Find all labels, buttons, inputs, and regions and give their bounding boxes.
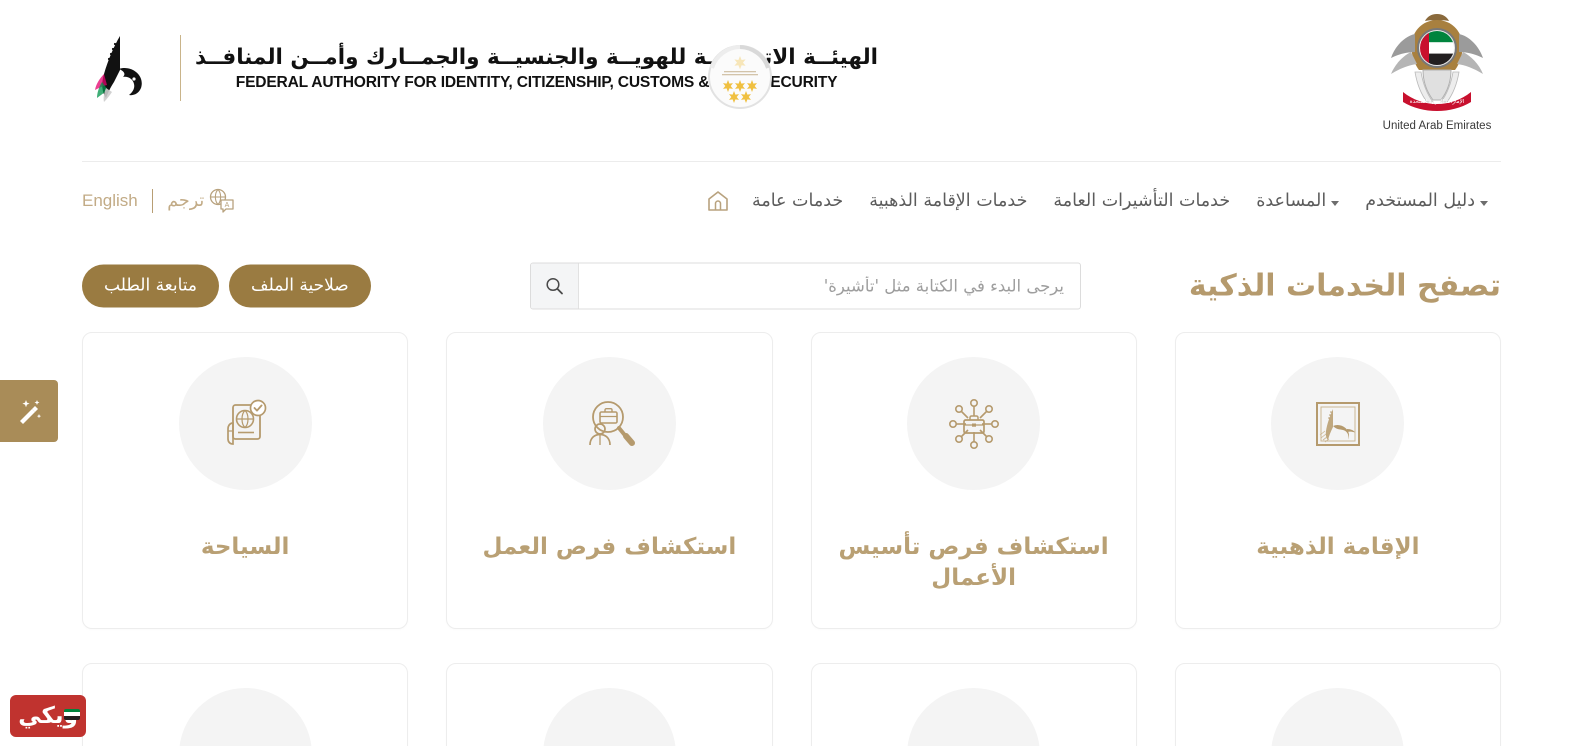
wiki-badge[interactable]: ويكي [10,695,86,737]
card-icon-container [542,688,676,746]
svg-text:A: A [225,202,230,209]
card-icon-container [907,688,1041,746]
search-input[interactable] [579,263,1080,309]
emblem-caption: United Arab Emirates [1382,120,1492,132]
falcon-logo-icon [95,36,142,102]
service-card-business-setup[interactable]: استكشاف فرص تأسيس الأعمال [810,332,1137,629]
card-label: استكشاف فرص العمل [482,534,737,560]
language-english-link[interactable]: English [82,191,138,211]
nav-item-general-services[interactable]: خدمات عامة [739,191,856,211]
site-header: الهيئــة الاتحاديــة للهويــة والجنسيــة… [82,0,1501,162]
brand-divider [180,35,181,101]
magic-wand-icon [20,400,42,424]
brand-name-english: FEDERAL AUTHORITY FOR IDENTITY, CITIZENS… [235,73,838,91]
chevron-down-icon [1480,200,1488,206]
services-row-2 [82,663,1501,746]
job-search-icon [589,400,636,446]
uae-emblem: الإمارات العربية المتحدة United Arab Emi… [1373,8,1501,132]
nav-item-user-guide[interactable]: دليل المستخدم [1352,191,1501,211]
toolbar-actions: متابعة الطلب صلاحية الملف [82,264,371,308]
service-card-row2-1[interactable] [1174,663,1501,746]
search-bar [530,262,1081,310]
nav-item-general-visa-services[interactable]: خدمات التأشيرات العامة [1040,191,1243,211]
card-label: السياحة [200,534,290,560]
svg-text:الإمارات العربية المتحدة: الإمارات العربية المتحدة [1410,99,1465,105]
translate-icon: A [210,188,234,213]
uae-emblem-icon: الإمارات العربية المتحدة [1391,14,1483,111]
services-toolbar: تصفح الخدمات الذكية متابعة الطلب صلاحية … [82,240,1501,332]
accessibility-side-tab[interactable] [0,380,58,442]
service-card-row2-2[interactable] [810,663,1137,746]
services-grid: الإقامة الذهبية استكشاف فرص تأسيس الأعما… [82,332,1501,746]
service-card-job-opportunities[interactable]: استكشاف فرص العمل [446,332,773,629]
main-navigation: دليل المستخدم المساعدة خدمات التأشيرات ا… [82,162,1501,240]
card-icon-container [178,357,312,490]
home-icon [708,191,728,211]
card-icon-container [1271,688,1405,746]
services-row-1: الإقامة الذهبية استكشاف فرص تأسيس الأعما… [82,332,1501,629]
file-validity-button[interactable]: صلاحية الملف [229,264,371,308]
track-request-button[interactable]: متابعة الطلب [82,264,220,308]
nav-label: المساعدة [1256,191,1327,211]
golden-visa-icon [1315,401,1360,446]
card-icon-container [1271,357,1405,490]
service-card-row2-3[interactable] [446,663,773,746]
card-icon-container [542,357,676,490]
translate-link[interactable]: ترجم [167,191,204,211]
nav-item-home[interactable] [701,184,735,218]
card-icon-container [178,688,312,746]
wiki-badge-label: ويكي [18,702,80,729]
chevron-down-icon [1331,200,1340,206]
page-root: الهيئــة الاتحاديــة للهويــة والجنسيــة… [0,0,1583,746]
language-separator [151,189,154,213]
authority-seal-icon [708,45,772,109]
page-title: تصفح الخدمات الذكية [1188,268,1501,304]
uae-flag-icon [63,708,80,720]
nav-label: دليل المستخدم [1365,191,1475,211]
brand-name-arabic: الهيئــة الاتحاديــة للهويــة والجنسيــة… [195,44,879,70]
tourism-passport-icon [227,399,267,445]
search-button[interactable] [531,263,579,309]
nav-item-golden-residency-services[interactable]: خدمات الإقامة الذهبية [856,191,1040,211]
card-label: استكشاف فرص تأسيس الأعمال [838,534,1109,592]
service-card-golden-residency[interactable]: الإقامة الذهبية [1174,332,1501,629]
service-card-tourism[interactable]: السياحة [82,332,409,629]
search-icon [546,277,563,295]
card-label: الإقامة الذهبية [1256,534,1420,560]
service-card-row2-4[interactable] [82,663,409,746]
nav-item-help[interactable]: المساعدة [1243,191,1352,211]
business-network-icon [948,398,999,449]
card-icon-container [907,357,1041,490]
